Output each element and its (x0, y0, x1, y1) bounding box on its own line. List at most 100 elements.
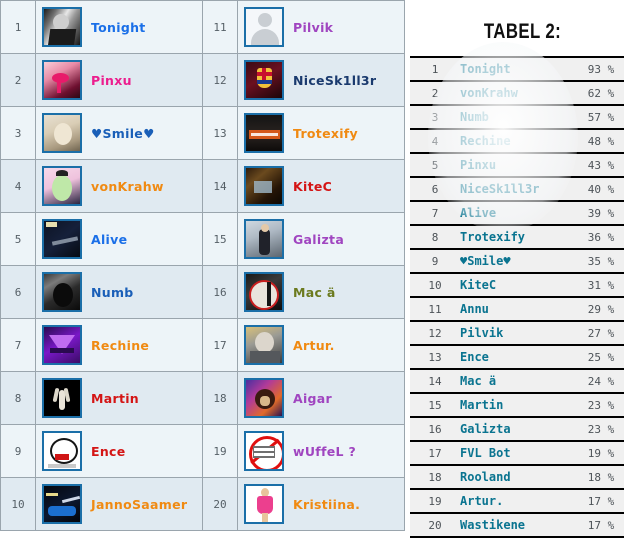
avatar[interactable] (42, 484, 82, 524)
table-row[interactable]: 8 Martin 18 Aigar (0, 371, 405, 425)
table-row[interactable]: 11 Annu 29 % (410, 296, 624, 321)
username-label[interactable]: Mac ä (293, 285, 336, 300)
username-cell[interactable]: Mac ä (460, 368, 570, 393)
user-entry-cell[interactable]: Numb (35, 265, 203, 319)
avatar[interactable] (244, 166, 284, 206)
user-entry-cell[interactable]: wUffeL ? (237, 424, 405, 478)
table-row[interactable]: 13 Ence 25 % (410, 344, 624, 369)
avatar[interactable] (244, 431, 284, 471)
table-row[interactable]: 5 Alive 15 Galizta (0, 212, 405, 266)
username-cell[interactable]: Numb (460, 104, 570, 129)
user-entry-cell[interactable]: Pinxu (35, 53, 203, 107)
avatar[interactable] (42, 60, 82, 100)
avatar[interactable] (42, 219, 82, 259)
username-cell[interactable]: Rechine (460, 128, 570, 153)
user-entry-cell[interactable]: vonKrahw (35, 159, 203, 213)
username-cell[interactable]: vonKrahw (460, 80, 570, 105)
avatar[interactable] (42, 325, 82, 365)
username-label[interactable]: Alive (91, 232, 127, 247)
avatar[interactable] (244, 7, 284, 47)
table-row[interactable]: 17 FVL Bot 19 % (410, 440, 624, 465)
avatar[interactable] (42, 431, 82, 471)
username-label[interactable]: Martin (91, 391, 139, 406)
user-entry-cell[interactable]: Aigar (237, 371, 405, 425)
username-label[interactable]: wUffeL ? (293, 444, 356, 459)
username-cell[interactable]: Wastikene (460, 512, 570, 538)
table-row[interactable]: 1 Tonight 93 % (410, 56, 624, 81)
user-entry-cell[interactable]: JannoSaamer (35, 477, 203, 531)
username-label[interactable]: Rechine (91, 338, 149, 353)
table-row[interactable]: 15 Martin 23 % (410, 392, 624, 417)
username-label[interactable]: Kristiina. (293, 497, 360, 512)
username-cell[interactable]: Ence (460, 344, 570, 369)
avatar[interactable] (244, 60, 284, 100)
table-row[interactable]: 4 vonKrahw 14 KiteC (0, 159, 405, 213)
table-row[interactable]: 3 ♥Smile♥ 13 Trotexify (0, 106, 405, 160)
username-cell[interactable]: Rooland (460, 464, 570, 489)
username-label[interactable]: Numb (91, 285, 134, 300)
user-entry-cell[interactable]: Artur. (237, 318, 405, 372)
avatar[interactable] (42, 272, 82, 312)
avatar[interactable] (244, 484, 284, 524)
username-label[interactable]: Ence (91, 444, 126, 459)
user-entry-cell[interactable]: Trotexify (237, 106, 405, 160)
avatar[interactable] (244, 272, 284, 312)
username-cell[interactable]: Pinxu (460, 152, 570, 177)
username-cell[interactable]: Tonight (460, 56, 570, 81)
user-entry-cell[interactable]: Alive (35, 212, 203, 266)
avatar[interactable] (42, 7, 82, 47)
table-row[interactable]: 6 NiceSk1ll3r 40 % (410, 176, 624, 201)
table-row[interactable]: 16 Galizta 23 % (410, 416, 624, 441)
username-label[interactable]: Pinxu (91, 73, 132, 88)
avatar[interactable] (244, 219, 284, 259)
table-row[interactable]: 2 Pinxu 12 NiceSk1ll3r (0, 53, 405, 107)
username-label[interactable]: Tonight (91, 20, 146, 35)
table-row[interactable]: 4 Rechine 48 % (410, 128, 624, 153)
avatar[interactable] (244, 378, 284, 418)
username-cell[interactable]: NiceSk1ll3r (460, 176, 570, 201)
table-row[interactable]: 3 Numb 57 % (410, 104, 624, 129)
user-entry-cell[interactable]: Galizta (237, 212, 405, 266)
username-cell[interactable]: Martin (460, 392, 570, 417)
user-entry-cell[interactable]: ♥Smile♥ (35, 106, 203, 160)
username-label[interactable]: ♥Smile♥ (91, 126, 155, 141)
table-row[interactable]: 6 Numb 16 Mac ä (0, 265, 405, 319)
table-row[interactable]: 7 Rechine 17 Artur. (0, 318, 405, 372)
table-row[interactable]: 1 Tonight 11 Pilvik (0, 0, 405, 54)
username-cell[interactable]: FVL Bot (460, 440, 570, 465)
table-row[interactable]: 9 Ence 19 wUffeL ? (0, 424, 405, 478)
table-row[interactable]: 12 Pilvik 27 % (410, 320, 624, 345)
user-entry-cell[interactable]: NiceSk1ll3r (237, 53, 405, 107)
table-row[interactable]: 10 KiteC 31 % (410, 272, 624, 297)
user-entry-cell[interactable]: Tonight (35, 0, 203, 54)
username-label[interactable]: Aigar (293, 391, 332, 406)
username-label[interactable]: Artur. (293, 338, 335, 353)
username-label[interactable]: vonKrahw (91, 179, 164, 194)
table-row[interactable]: 7 Alive 39 % (410, 200, 624, 225)
table-row[interactable]: 14 Mac ä 24 % (410, 368, 624, 393)
user-entry-cell[interactable]: Mac ä (237, 265, 405, 319)
user-entry-cell[interactable]: Pilvik (237, 0, 405, 54)
username-cell[interactable]: ♥Smile♥ (460, 248, 570, 273)
username-cell[interactable]: Pilvik (460, 320, 570, 345)
table-row[interactable]: 20 Wastikene 17 % (410, 512, 624, 538)
user-entry-cell[interactable]: Kristiina. (237, 477, 405, 531)
username-label[interactable]: Pilvik (293, 20, 333, 35)
table-row[interactable]: 8 Trotexify 36 % (410, 224, 624, 249)
table-row[interactable]: 18 Rooland 18 % (410, 464, 624, 489)
table-row[interactable]: 19 Artur. 17 % (410, 488, 624, 513)
avatar[interactable] (244, 325, 284, 365)
user-entry-cell[interactable]: KiteC (237, 159, 405, 213)
avatar[interactable] (42, 166, 82, 206)
username-label[interactable]: JannoSaamer (91, 497, 187, 512)
user-entry-cell[interactable]: Ence (35, 424, 203, 478)
user-entry-cell[interactable]: Martin (35, 371, 203, 425)
table-row[interactable]: 9 ♥Smile♥ 35 % (410, 248, 624, 273)
username-cell[interactable]: Artur. (460, 488, 570, 513)
avatar[interactable] (244, 113, 284, 153)
username-label[interactable]: NiceSk1ll3r (293, 73, 376, 88)
avatar[interactable] (42, 378, 82, 418)
username-cell[interactable]: KiteC (460, 272, 570, 297)
table-row[interactable]: 2 vonKrahw 62 % (410, 80, 624, 105)
username-label[interactable]: Galizta (293, 232, 344, 247)
